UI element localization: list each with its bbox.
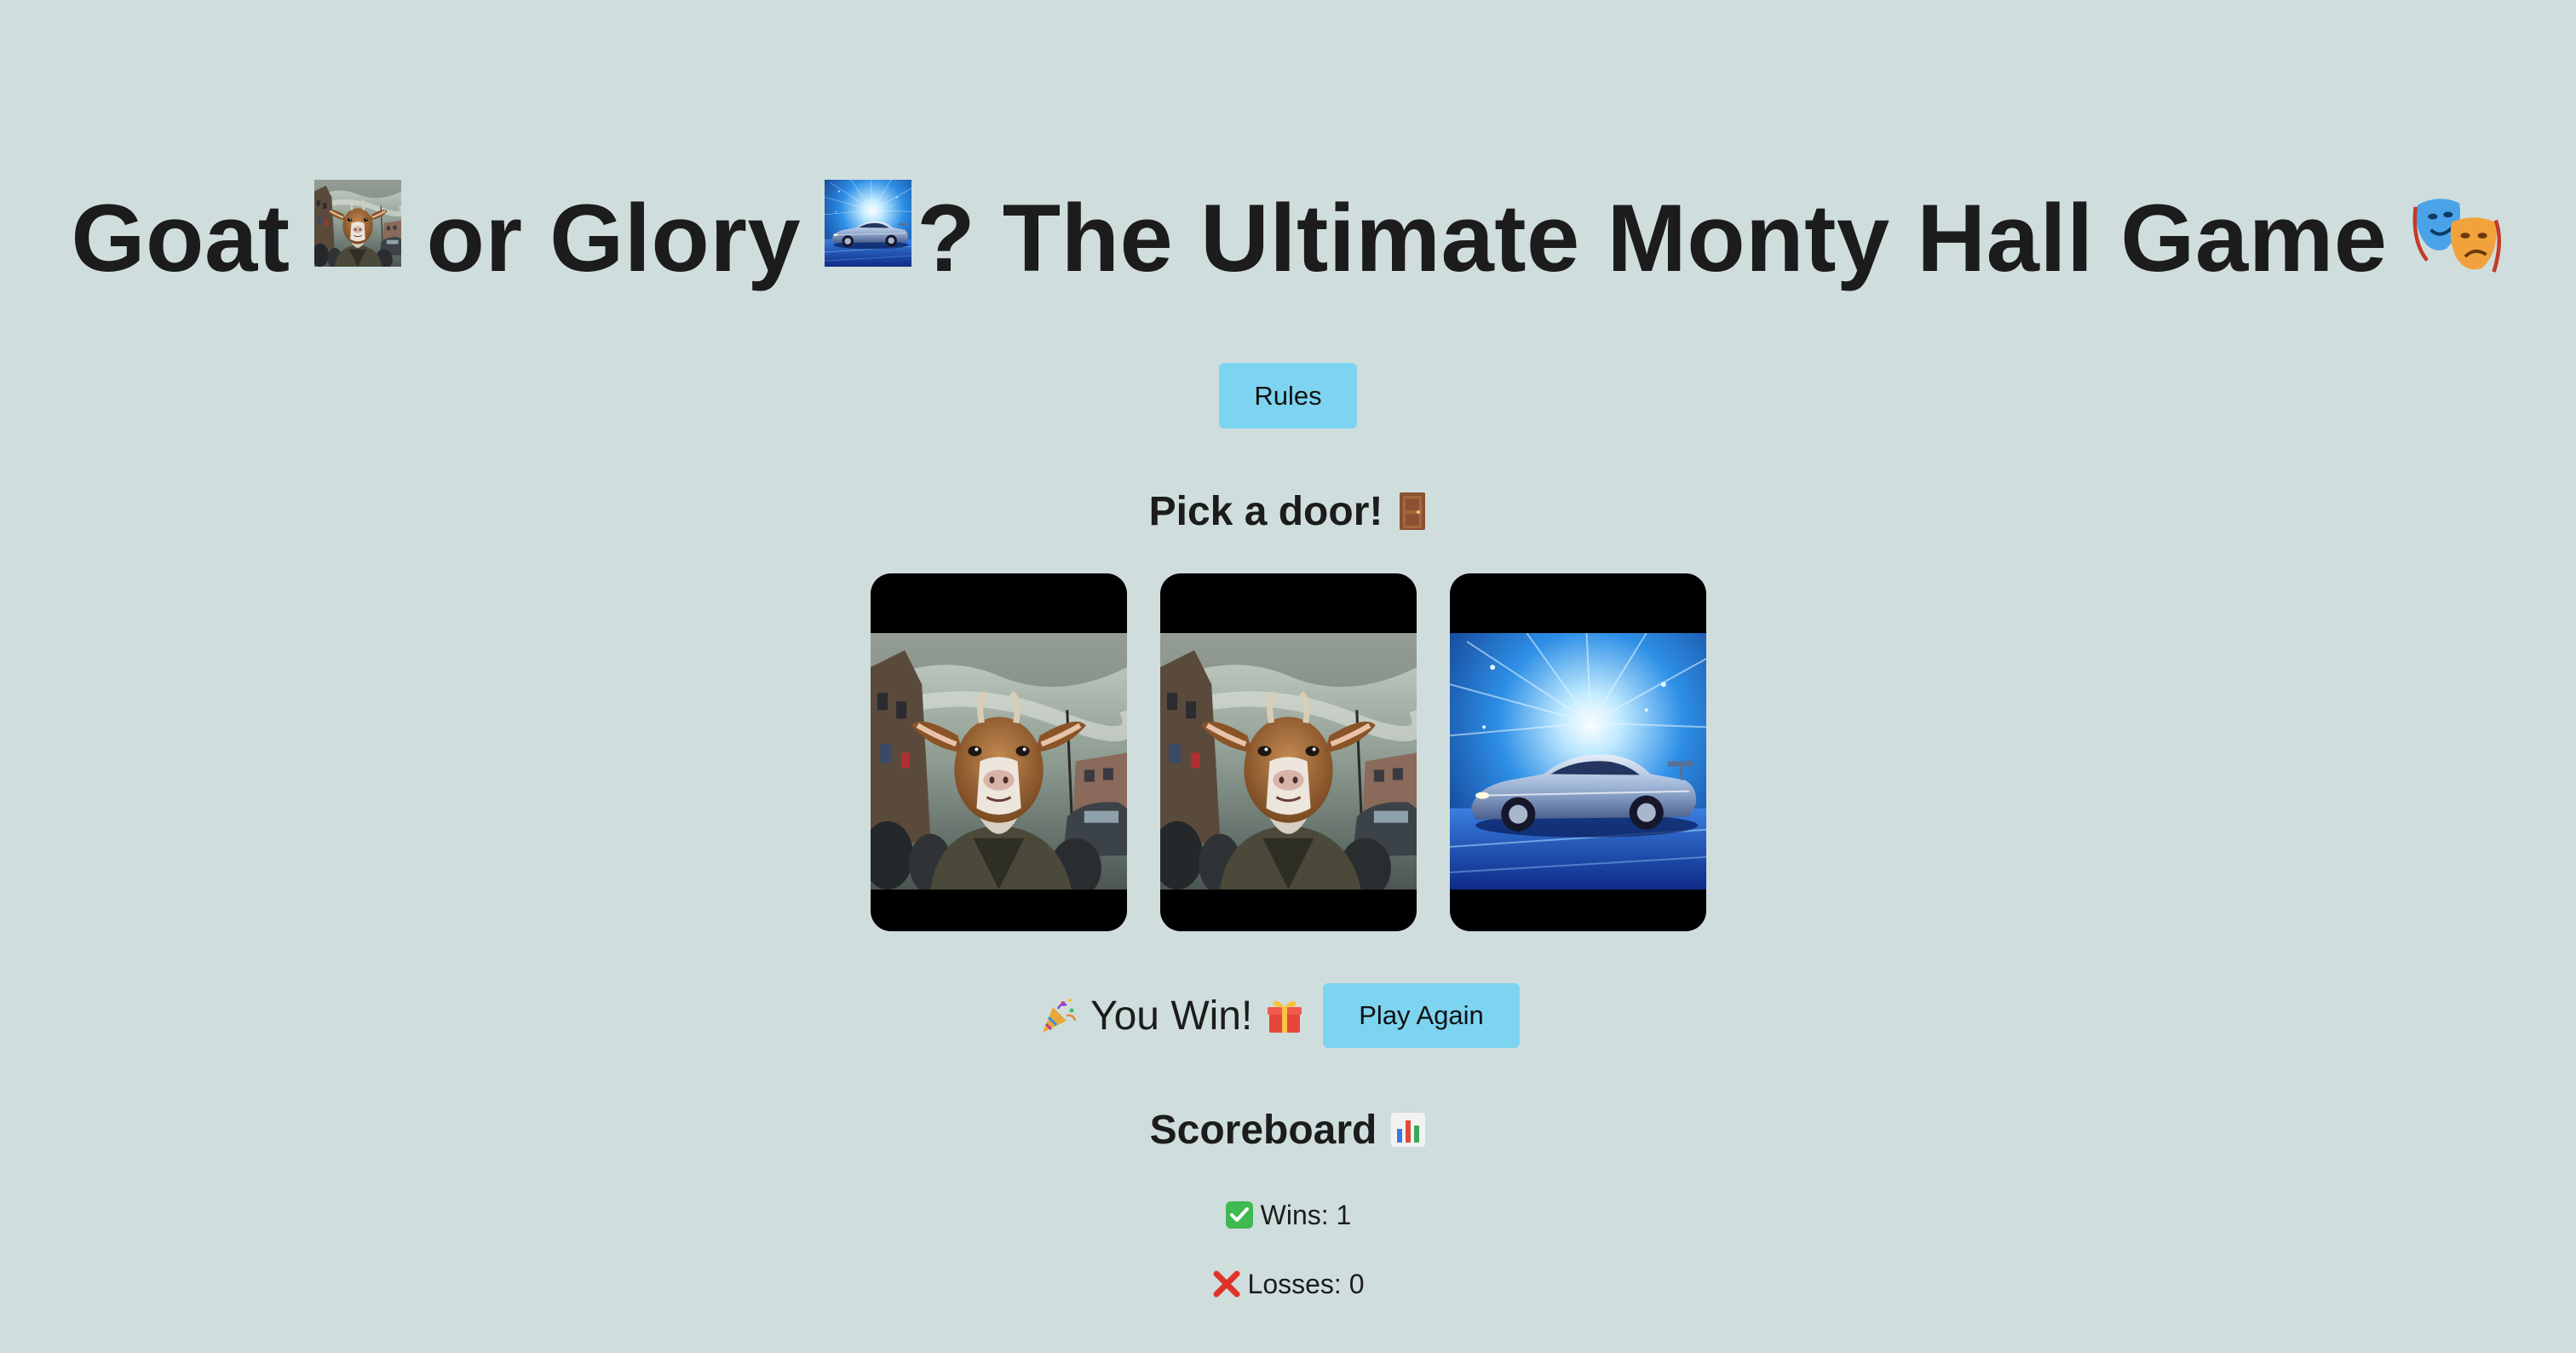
result-message: You Win! xyxy=(1038,982,1305,1050)
theater-masks-icon xyxy=(2410,184,2505,279)
title-part-glory: or Glory xyxy=(426,185,802,291)
goat-thumbnail-icon xyxy=(314,180,401,267)
gift-icon xyxy=(1264,995,1305,1036)
cross-mark-icon xyxy=(1212,1270,1241,1298)
door-2[interactable] xyxy=(1160,573,1417,931)
title-part-goat: Goat xyxy=(71,185,290,291)
rules-button[interactable]: Rules xyxy=(1219,363,1357,429)
party-popper-icon xyxy=(1038,995,1078,1036)
car-thumbnail-icon xyxy=(825,180,911,267)
goat-image xyxy=(871,633,1127,890)
play-again-button[interactable]: Play Again xyxy=(1323,983,1520,1048)
door-1[interactable] xyxy=(871,573,1127,931)
scoreboard-heading: Scoreboard xyxy=(0,1102,2576,1158)
pick-a-door-heading: Pick a door! xyxy=(0,481,2576,541)
losses-stat: Losses: 0 xyxy=(0,1264,2576,1304)
monty-hall-page: Goat or Glory ? The Ultimate Monty Hall … xyxy=(0,0,2576,1353)
title-part-subtitle: ? The Ultimate Monty Hall Game xyxy=(917,185,2388,291)
result-text: You Win! xyxy=(1090,993,1253,1039)
door-3[interactable] xyxy=(1450,573,1706,931)
wins-stat: Wins: 1 xyxy=(0,1195,2576,1235)
page-title: Goat or Glory ? The Ultimate Monty Hall … xyxy=(0,175,2576,302)
scoreboard-title: Scoreboard xyxy=(1149,1107,1377,1153)
pick-a-door-text: Pick a door! xyxy=(1148,488,1383,534)
wins-label: Wins: 1 xyxy=(1260,1199,1352,1230)
check-mark-icon xyxy=(1225,1200,1254,1229)
losses-label: Losses: 0 xyxy=(1247,1268,1365,1299)
car-image xyxy=(1450,633,1706,890)
door-icon xyxy=(1398,491,1427,532)
bar-chart-icon xyxy=(1390,1112,1426,1148)
goat-image xyxy=(1160,633,1417,890)
